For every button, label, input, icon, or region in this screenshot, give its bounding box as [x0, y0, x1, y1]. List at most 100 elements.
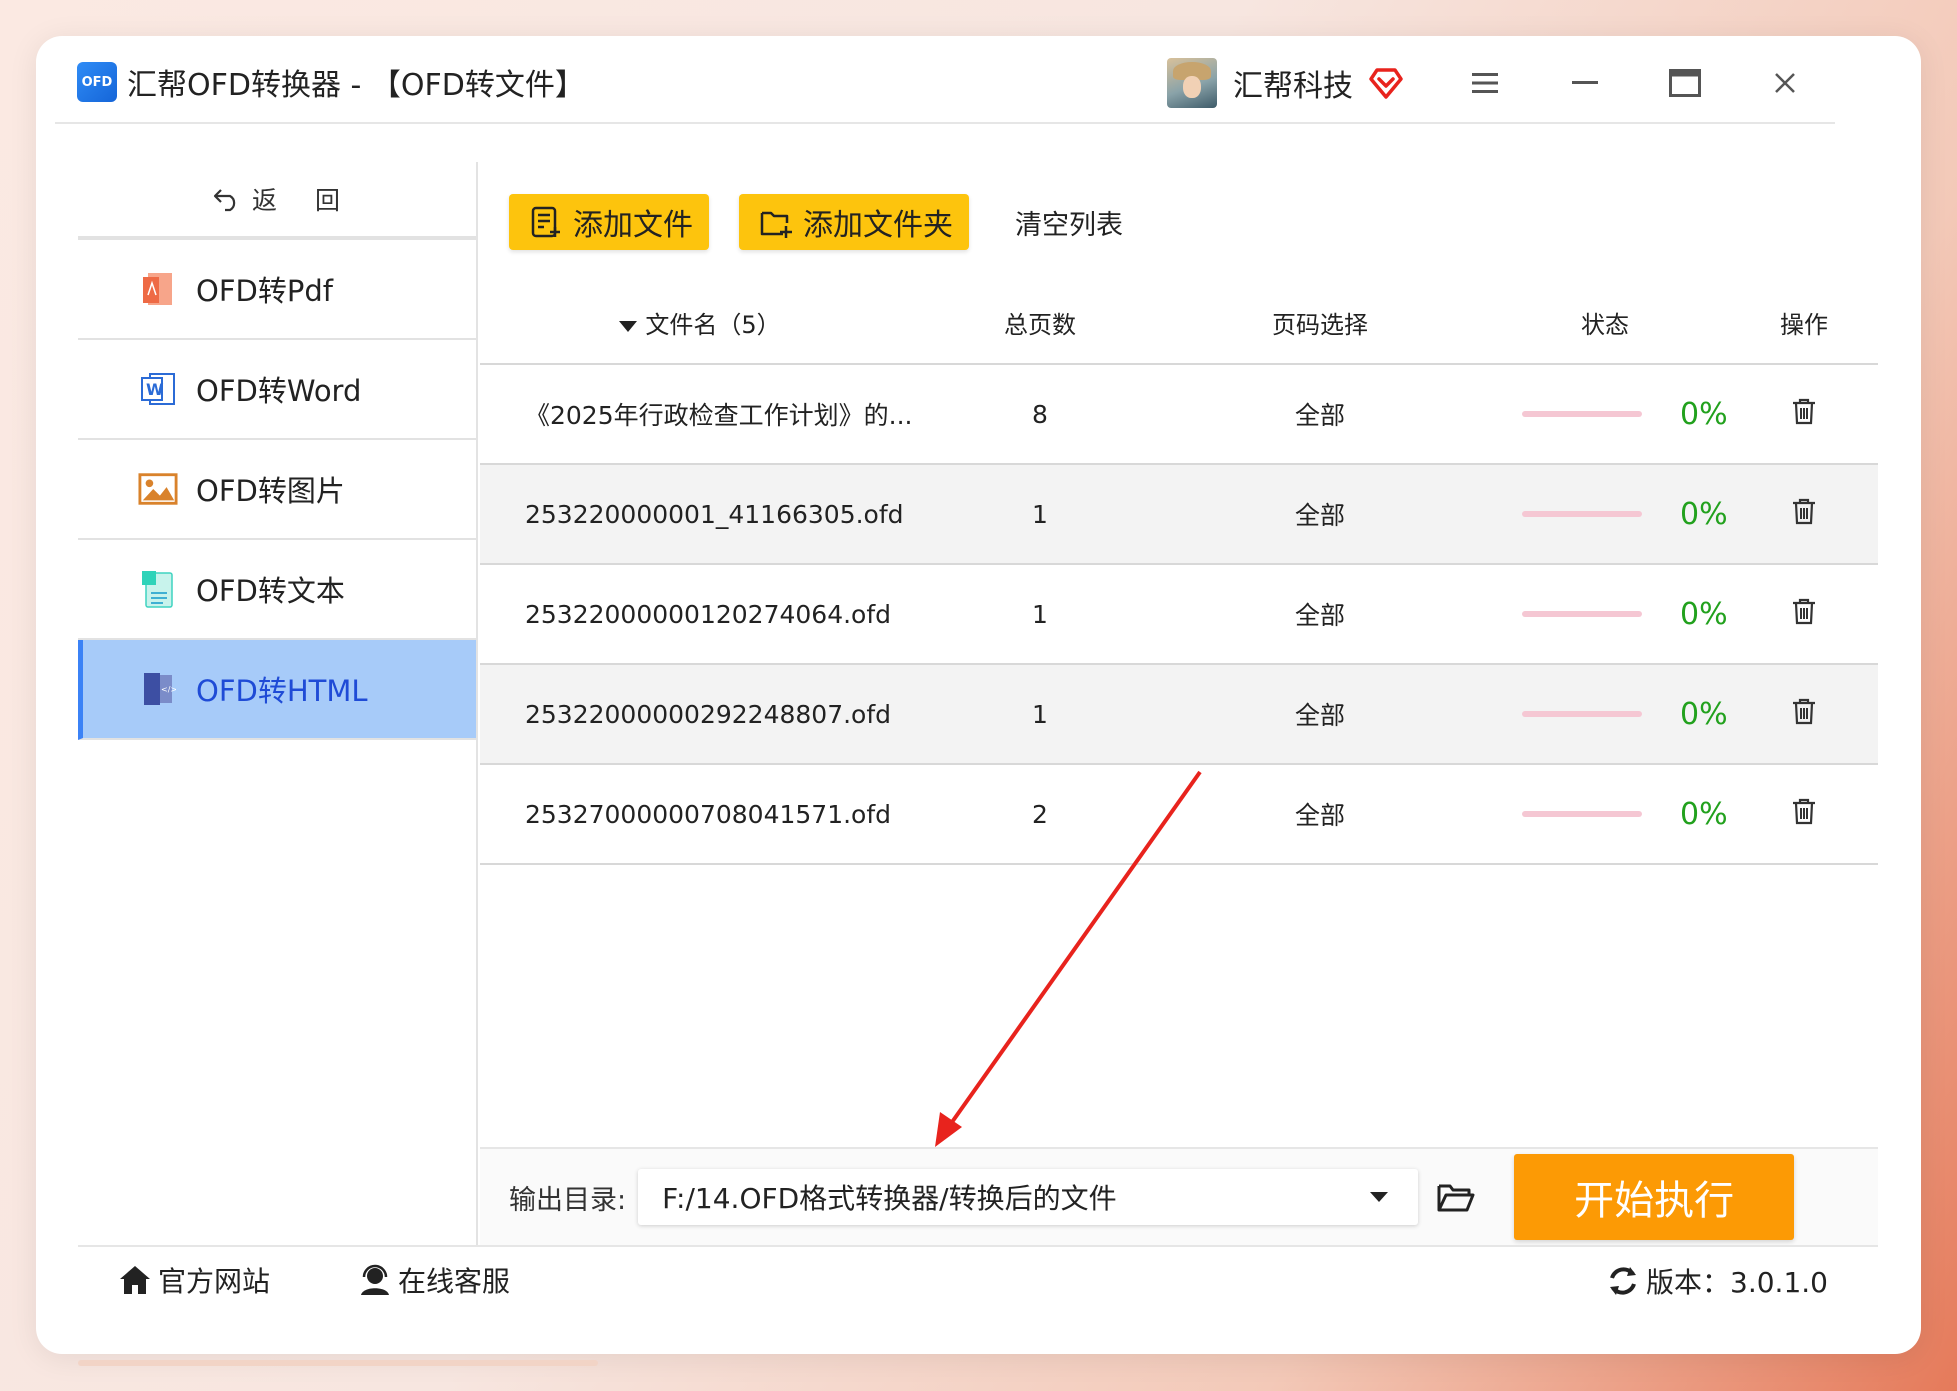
trash-icon[interactable] [1791, 597, 1817, 625]
trash-icon[interactable] [1791, 397, 1817, 425]
svg-text:W: W [146, 380, 164, 399]
status-wrap: 0% [1480, 697, 1730, 732]
cell-page-range[interactable]: 全部 [1160, 364, 1480, 465]
output-dir-select[interactable]: F:/14.OFD格式转换器/转换后的文件 [638, 1169, 1419, 1225]
sidebar-item-ofd-to-pdf[interactable]: OFD转Pdf [78, 240, 476, 340]
sidebar: 返 回 OFD转Pdf W OFD转Word OFD转图片 OFD转文本 </>… [78, 162, 478, 1245]
open-folder-icon[interactable] [1436, 1180, 1476, 1214]
minimize-button[interactable] [1535, 53, 1635, 113]
table-row[interactable]: 253220000001_41166305.ofd 1 全部 0% [480, 464, 1878, 565]
add-folder-label: 添加文件夹 [803, 208, 953, 243]
add-folder-icon [760, 211, 792, 238]
output-bar: 输出目录: F:/14.OFD格式转换器/转换后的文件 开始执行 [480, 1147, 1878, 1245]
maximize-icon [1669, 69, 1701, 97]
official-website-link[interactable]: 官方网站 [118, 1260, 270, 1300]
back-button[interactable]: 返 回 [78, 162, 476, 240]
sidebar-item-ofd-to-text[interactable]: OFD转文本 [78, 540, 476, 640]
title-bar: OFD 汇帮OFD转换器 - 【OFD转文件】 汇帮科技 [55, 42, 1835, 124]
chevron-down-icon [1370, 1192, 1389, 1202]
cell-status: 0% [1480, 664, 1730, 765]
start-button[interactable]: 开始执行 [1514, 1154, 1795, 1240]
sidebar-item-label: OFD转Pdf [196, 274, 333, 308]
cell-pages: 1 [920, 464, 1160, 565]
sidebar-item-ofd-to-word[interactable]: W OFD转Word [78, 340, 476, 440]
menu-button[interactable] [1435, 53, 1535, 113]
cell-status: 0% [1480, 564, 1730, 665]
progress-percent: 0% [1680, 496, 1728, 532]
cell-page-range[interactable]: 全部 [1160, 764, 1480, 865]
output-dir-path: F:/14.OFD格式转换器/转换后的文件 [662, 1182, 1117, 1215]
cell-operation [1730, 364, 1878, 465]
cell-filename: 25322000000292248807.ofd [480, 664, 920, 765]
sidebar-item-ofd-to-image[interactable]: OFD转图片 [78, 440, 476, 540]
version-label: 版本：3.0.1.0 [1646, 1266, 1828, 1299]
status-wrap: 0% [1480, 797, 1730, 832]
close-button[interactable] [1735, 53, 1835, 113]
maximize-button[interactable] [1635, 53, 1735, 113]
cell-filename: 253220000001_41166305.ofd [480, 464, 920, 565]
word-icon: W [138, 369, 178, 409]
sort-down-icon [619, 320, 638, 332]
add-file-button[interactable]: 添加文件 [509, 194, 709, 250]
back-label: 返 回 [252, 186, 342, 215]
avatar[interactable] [1167, 58, 1217, 108]
trash-icon[interactable] [1791, 497, 1817, 525]
cell-status: 0% [1480, 364, 1730, 465]
home-icon [120, 1266, 150, 1294]
app-title: 汇帮OFD转换器 - 【OFD转文件】 [127, 68, 585, 103]
table-row[interactable]: 25327000000708041571.ofd 2 全部 0% [480, 764, 1878, 865]
official-website-label: 官方网站 [158, 1265, 271, 1298]
header-range: 页码选择 [1160, 282, 1480, 365]
progress-percent: 0% [1680, 796, 1728, 832]
trash-icon[interactable] [1791, 697, 1817, 725]
online-support-link[interactable]: 在线客服 [358, 1260, 510, 1300]
app-logo-icon: OFD [77, 62, 117, 102]
progress-bar [1522, 811, 1642, 817]
header-op: 操作 [1730, 282, 1878, 365]
progress-percent: 0% [1680, 596, 1728, 632]
table-row[interactable]: 25322000000292248807.ofd 1 全部 0% [480, 664, 1878, 765]
pdf-icon [138, 269, 178, 309]
cell-status: 0% [1480, 464, 1730, 565]
vip-diamond-icon[interactable] [1367, 64, 1405, 102]
progress-bar [1522, 611, 1642, 617]
table-row[interactable]: 《2025年行政检查工作计划》的... 8 全部 0% [480, 364, 1878, 465]
cell-operation [1730, 664, 1878, 765]
customer-service-icon [361, 1264, 390, 1295]
progress-percent: 0% [1680, 696, 1728, 732]
close-icon [1775, 73, 1795, 93]
cell-operation [1730, 564, 1878, 665]
status-wrap: 0% [1480, 397, 1730, 432]
back-arrow-icon [213, 189, 236, 212]
output-dir-label: 输出目录: [509, 1184, 627, 1216]
cell-status: 0% [1480, 764, 1730, 865]
html-icon: </> [138, 669, 178, 709]
cell-pages: 2 [920, 764, 1160, 865]
add-file-label: 添加文件 [573, 208, 693, 243]
toolbar: 添加文件 添加文件夹 清空列表 [480, 162, 1878, 282]
header-filename[interactable]: 文件名（5） [480, 282, 920, 365]
cell-pages: 1 [920, 564, 1160, 665]
progress-percent: 0% [1680, 396, 1728, 432]
version-info[interactable]: 版本：3.0.1.0 [1606, 1247, 1828, 1315]
minimize-icon [1572, 81, 1598, 84]
cell-page-range[interactable]: 全部 [1160, 564, 1480, 665]
table-row[interactable]: 25322000000120274064.ofd 1 全部 0% [480, 564, 1878, 665]
cell-operation [1730, 764, 1878, 865]
svg-text:</>: </> [161, 685, 176, 694]
add-file-icon [531, 206, 560, 238]
cell-page-range[interactable]: 全部 [1160, 464, 1480, 565]
cell-page-range[interactable]: 全部 [1160, 664, 1480, 765]
add-folder-button[interactable]: 添加文件夹 [739, 194, 969, 250]
header-status: 状态 [1480, 282, 1730, 365]
clear-list-button[interactable]: 清空列表 [1015, 203, 1123, 242]
table-header-row: 文件名（5） 总页数 页码选择 状态 操作 [480, 282, 1878, 365]
online-support-label: 在线客服 [398, 1265, 511, 1298]
sidebar-item-label: OFD转Word [196, 374, 362, 408]
trash-icon[interactable] [1791, 797, 1817, 825]
cell-pages: 1 [920, 664, 1160, 765]
progress-bar [1522, 411, 1642, 417]
sidebar-item-ofd-to-html[interactable]: </> OFD转HTML [78, 640, 476, 740]
cell-operation [1730, 464, 1878, 565]
progress-bar [1522, 511, 1642, 517]
